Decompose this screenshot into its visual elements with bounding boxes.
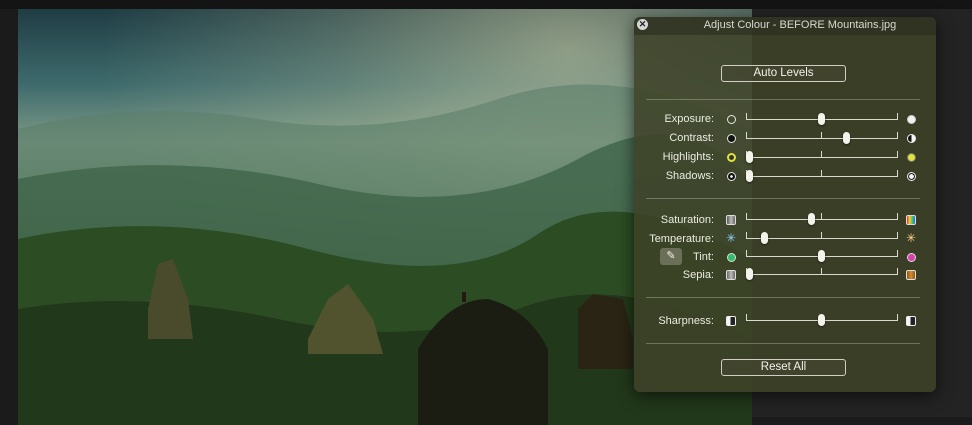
highlights-slider[interactable] <box>746 151 898 163</box>
sepia-slider[interactable] <box>746 268 898 280</box>
tint-slider[interactable] <box>746 250 898 262</box>
saturation-label: Saturation: <box>660 214 714 226</box>
saturation-knob[interactable] <box>808 213 815 225</box>
shadows-high-icon <box>907 172 916 181</box>
sepia-low-icon <box>726 270 736 280</box>
highlights-high-icon <box>907 153 916 162</box>
sepia-knob[interactable] <box>746 268 753 280</box>
highlights-knob[interactable] <box>746 151 753 163</box>
sepia-label: Sepia: <box>682 269 714 281</box>
separator <box>646 297 920 298</box>
shadows-low-icon <box>727 172 736 181</box>
highlights-low-icon <box>727 153 736 162</box>
separator <box>646 99 920 100</box>
close-icon[interactable]: ✕ <box>637 19 648 30</box>
top-strip <box>0 0 972 9</box>
auto-levels-button[interactable]: Auto Levels <box>721 65 846 82</box>
exposure-label: Exposure: <box>664 113 714 125</box>
contrast-high-icon <box>907 134 916 143</box>
saturation-high-icon <box>906 215 916 225</box>
panel-title: Adjust Colour - BEFORE Mountains.jpg <box>703 19 897 31</box>
aperture-dark-icon <box>727 115 736 124</box>
separator <box>646 343 920 344</box>
tint-label: Tint: <box>693 251 714 263</box>
highlights-label: Highlights: <box>662 151 714 163</box>
contrast-label: Contrast: <box>669 132 714 144</box>
reset-all-button[interactable]: Reset All <box>721 359 846 376</box>
sharpness-low-icon <box>726 316 736 326</box>
contrast-slider[interactable] <box>746 132 898 144</box>
temperature-knob[interactable] <box>761 232 768 244</box>
sepia-high-icon <box>906 270 916 280</box>
temperature-cool-icon: ✳ <box>726 231 737 245</box>
aperture-light-icon <box>907 115 916 124</box>
tint-green-icon <box>727 253 736 262</box>
temperature-warm-icon: ✳ <box>906 231 917 245</box>
sharpness-knob[interactable] <box>818 314 825 326</box>
contrast-knob[interactable] <box>843 132 850 144</box>
sharpness-slider[interactable] <box>746 314 898 326</box>
separator <box>646 198 920 199</box>
tint-knob[interactable] <box>818 250 825 262</box>
shadows-slider[interactable] <box>746 170 898 182</box>
shadows-label: Shadows: <box>665 170 714 182</box>
temperature-label: Temperature: <box>649 233 714 245</box>
saturation-low-icon <box>726 215 736 225</box>
contrast-low-icon <box>727 134 736 143</box>
shadows-knob[interactable] <box>746 170 753 182</box>
sharpness-high-icon <box>906 316 916 326</box>
panel-titlebar[interactable]: ✕ Adjust Colour - BEFORE Mountains.jpg <box>634 17 936 35</box>
temperature-slider[interactable] <box>746 232 898 244</box>
exposure-knob[interactable] <box>818 113 825 125</box>
tint-magenta-icon <box>907 253 916 262</box>
saturation-slider[interactable] <box>746 213 898 225</box>
sharpness-label: Sharpness: <box>658 315 714 327</box>
exposure-slider[interactable] <box>746 113 898 125</box>
